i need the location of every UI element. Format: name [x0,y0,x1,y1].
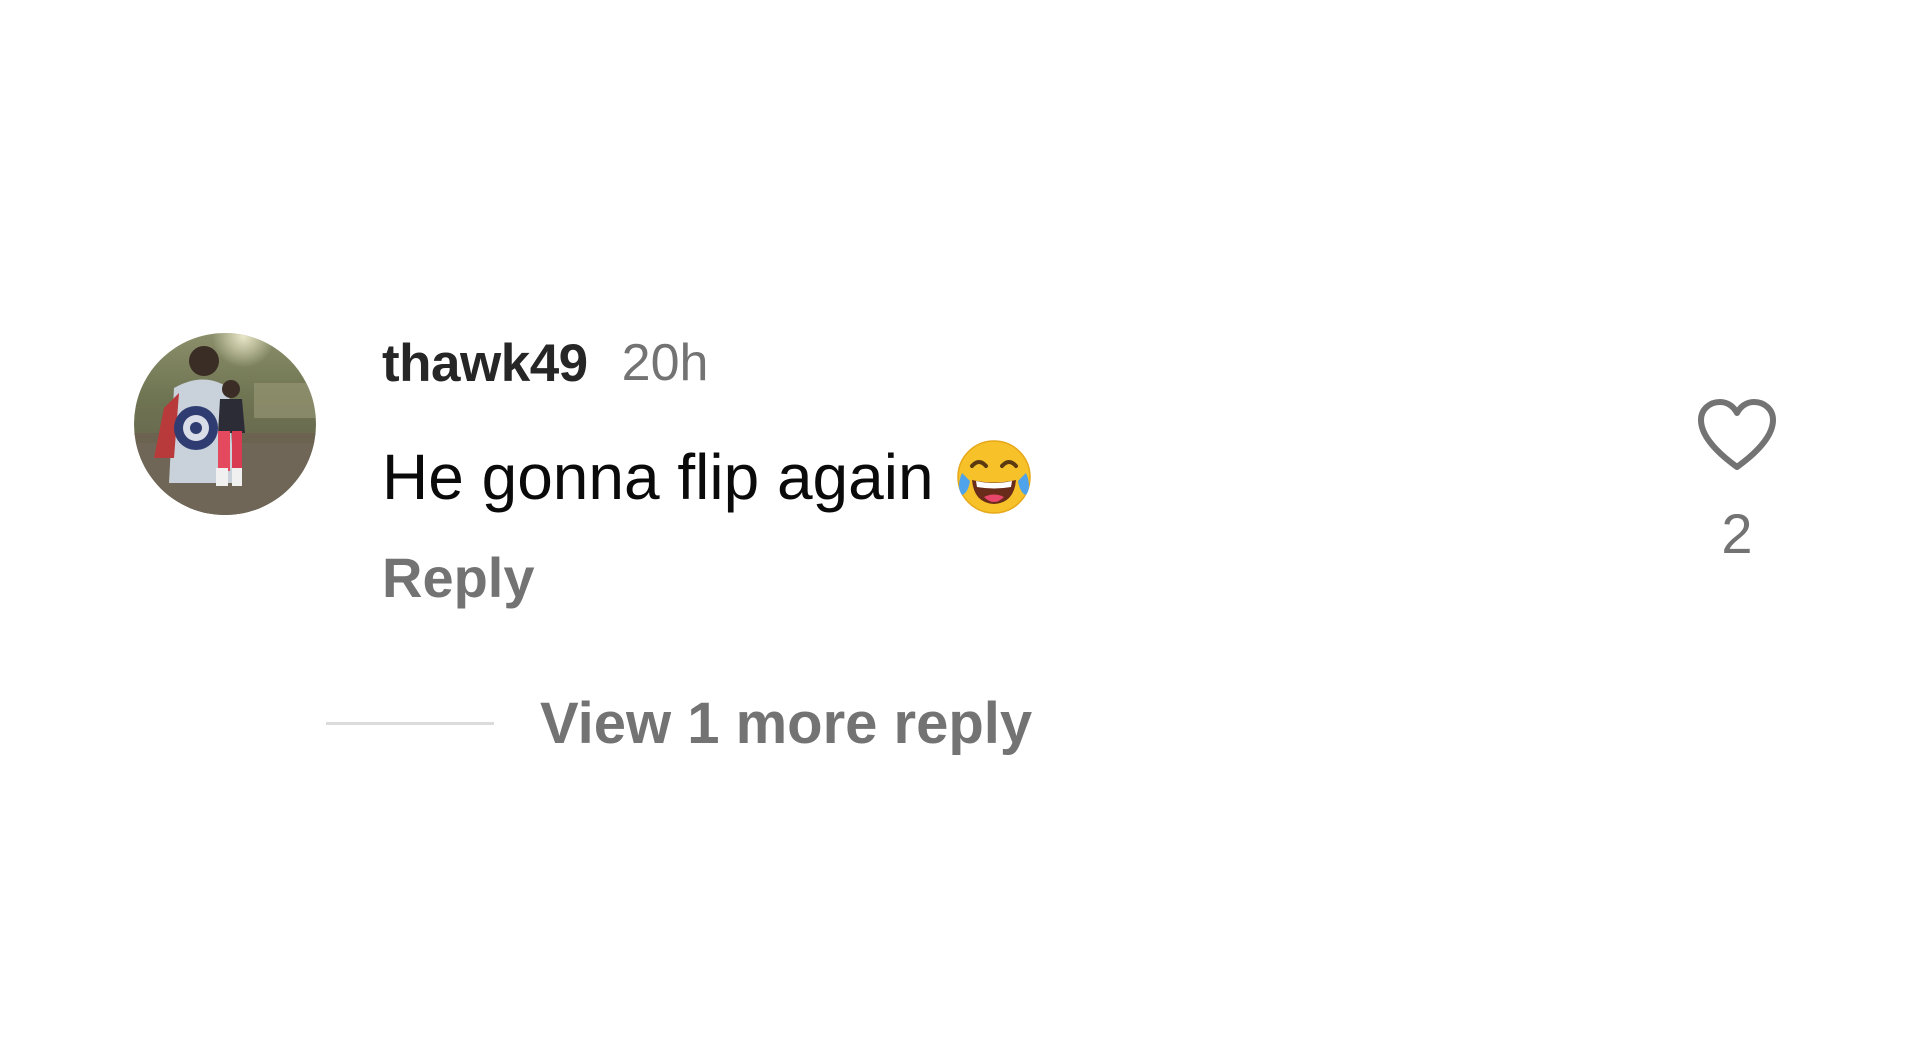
comment: thawk49 20h He gonna flip again Reply 2 [134,333,1794,633]
avatar[interactable] [134,333,316,515]
view-more-replies-button[interactable]: View 1 more reply [540,690,1032,757]
comment-text-row: He gonna flip again [382,437,1036,517]
heart-icon[interactable] [1695,397,1779,473]
username[interactable]: thawk49 [382,333,588,394]
comment-body: thawk49 20h He gonna flip again Reply [382,333,1036,609]
reply-button[interactable]: Reply [382,545,535,610]
timestamp: 20h [621,334,709,392]
reply-divider-line [326,722,494,725]
like-count: 2 [1721,502,1753,565]
comment-thread: thawk49 20h He gonna flip again Reply 2 … [0,0,1920,1056]
avatar-image [134,333,316,515]
like-area: 2 [1680,397,1794,566]
comment-text: He gonna flip again [382,441,934,513]
face-with-tears-of-joy-icon [952,435,1036,519]
view-replies-row: View 1 more reply [326,690,1032,757]
comment-meta: thawk49 20h [382,333,1036,393]
